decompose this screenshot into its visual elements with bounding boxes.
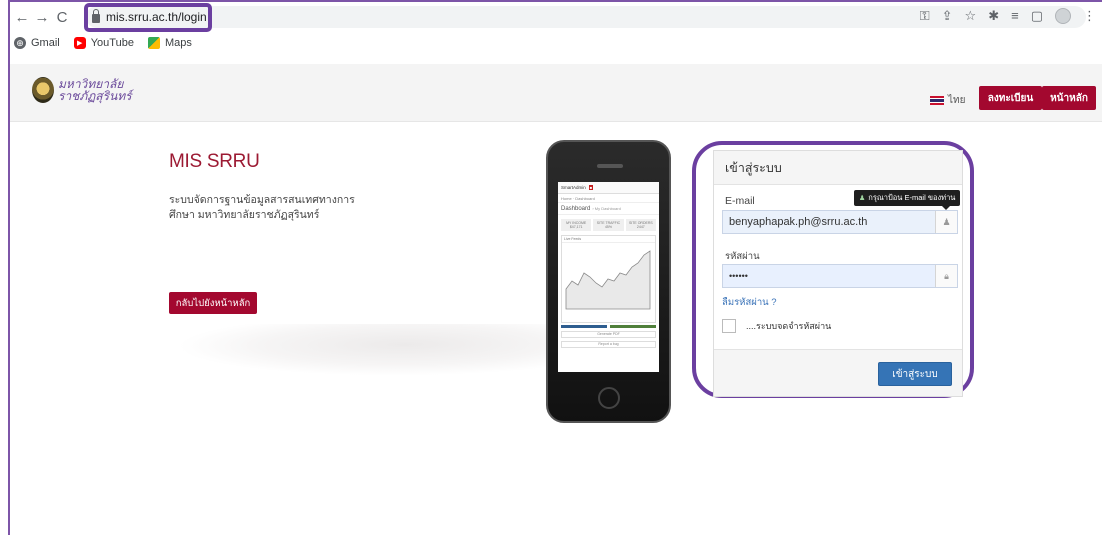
email-field[interactable]: ♟ — [722, 210, 958, 234]
remember-label: ....ระบบจดจำรหัสผ่าน — [746, 321, 832, 331]
password-input[interactable]: •••••• — [723, 265, 935, 287]
remember-checkbox[interactable] — [722, 319, 736, 333]
register-button[interactable]: ลงทะเบียน — [979, 86, 1042, 110]
mock-dashboard-sub: › My Dashboard — [592, 206, 621, 211]
side-panel-icon[interactable]: ▢ — [1031, 8, 1043, 24]
mock-dashboard-label: Dashboard — [561, 205, 591, 212]
password-field[interactable]: •••••• 🔒︎ — [722, 264, 958, 288]
decorative-swoosh — [165, 324, 565, 376]
login-heading: เข้าสู่ระบบ — [714, 151, 962, 185]
bookmark-label: Maps — [164, 37, 192, 49]
mock-dashboard-title: Dashboard › My Dashboard — [558, 203, 659, 215]
phone-screen: SmartAdmin ■ Home · Dashboard Dashboard … — [558, 182, 659, 372]
login-submit-button[interactable]: เข้าสู่ระบบ — [878, 362, 952, 386]
mock-chart-title: Live Feeds — [562, 236, 655, 243]
email-input[interactable] — [723, 211, 935, 233]
language-switch[interactable]: ไทย — [930, 93, 965, 108]
back-to-home-button[interactable]: กลับไปยังหน้าหลัก — [169, 292, 257, 314]
phone-speaker — [597, 164, 623, 168]
login-card: เข้าสู่ระบบ E-mail ♟ กรุณาป้อน E-mail ขอ… — [713, 150, 963, 397]
mock-progress-bar — [561, 325, 607, 328]
star-icon[interactable]: ☆ — [965, 8, 977, 24]
language-label: ไทย — [948, 95, 966, 106]
extensions-icon[interactable]: ✱ — [988, 8, 999, 24]
page-title: MIS SRRU — [169, 151, 260, 172]
menu-icon[interactable]: ⋮ — [1083, 8, 1096, 24]
mock-stat: SITE TRAFFIC 45% — [593, 219, 624, 231]
forward-arrow-icon[interactable]: → — [32, 9, 52, 26]
youtube-icon: ▶ — [73, 37, 86, 49]
mock-stat: SITE ORDERS 2447 — [625, 219, 656, 231]
remember-me[interactable]: ....ระบบจดจำรหัสผ่าน — [722, 319, 831, 333]
reload-icon[interactable]: C — [52, 9, 72, 26]
mock-app-name: SmartAdmin — [561, 185, 586, 190]
share-icon[interactable]: ⇪ — [942, 8, 953, 24]
mock-chart-graphic — [565, 250, 651, 310]
bookmark-label: Gmail — [31, 37, 60, 49]
logo-wordmark: มหาวิทยาลัย ราชภัฏสุรินทร์ — [58, 78, 132, 102]
forgot-password-link[interactable]: ลืมรหัสผ่าน ? — [722, 295, 777, 310]
mock-pdf-button: Generate PDF — [561, 331, 656, 338]
url-highlight-ring — [84, 3, 212, 32]
mock-chart: Live Feeds — [561, 235, 656, 323]
site-header: มหาวิทยาลัย ราชภัฏสุรินทร์ ไทย ลงทะเบียน… — [10, 64, 1102, 122]
user-icon: ♟ — [859, 195, 866, 202]
university-logo[interactable]: มหาวิทยาลัย ราชภัฏสุรินทร์ — [32, 77, 132, 103]
logo-line-2: ราชภัฏสุรินทร์ — [58, 89, 132, 103]
back-arrow-icon[interactable]: ← — [12, 9, 32, 26]
mock-bug-button: Report a bug — [561, 341, 656, 348]
email-tooltip-text: กรุณาป้อน E-mail ของท่าน — [868, 193, 956, 202]
maps-icon — [147, 37, 160, 49]
mock-progress-bars — [561, 325, 656, 328]
login-footer: เข้าสู่ระบบ — [714, 349, 962, 396]
profile-avatar[interactable] — [1055, 8, 1071, 24]
user-icon: ♟ — [935, 211, 957, 233]
bookmark-maps[interactable]: Maps — [147, 37, 192, 49]
bookmark-label: YouTube — [90, 37, 134, 49]
mock-stat: MY INCOME $47,171 — [561, 219, 592, 231]
mock-app-badge: ■ — [588, 185, 594, 190]
bookmarks-bar: ⊕ Gmail ▶ YouTube Maps — [10, 32, 192, 54]
gmail-icon: ⊕ — [14, 37, 26, 49]
address-bar: ← → C mis.srru.ac.th/login ⚿ ⇪ ☆ ✱ ≡ ▢ ⋮ — [10, 3, 1102, 32]
reading-list-icon[interactable]: ≡ — [1011, 8, 1019, 24]
bookmark-youtube[interactable]: ▶ YouTube — [73, 37, 134, 49]
lock-icon: 🔒︎ — [935, 265, 957, 287]
phone-mockup: SmartAdmin ■ Home · Dashboard Dashboard … — [546, 140, 671, 423]
browser-toolbar: ⚿ ⇪ ☆ ✱ ≡ ▢ ⋮ — [920, 8, 1096, 24]
home-button[interactable]: หน้าหลัก — [1042, 86, 1096, 110]
mock-app-bar: SmartAdmin ■ — [558, 182, 659, 194]
email-tooltip: ♟ กรุณาป้อน E-mail ของท่าน — [854, 190, 961, 210]
thai-flag-icon — [930, 96, 944, 105]
phone-home-button — [598, 387, 620, 409]
email-label: E-mail — [725, 195, 755, 207]
university-seal-icon — [32, 77, 54, 103]
page-description: ระบบจัดการฐานข้อมูลสารสนเทศทางการศึกษา ม… — [169, 194, 355, 221]
bookmark-gmail[interactable]: ⊕ Gmail — [14, 37, 60, 49]
password-label: รหัสผ่าน — [725, 251, 760, 262]
browser-window: ← → C mis.srru.ac.th/login ⚿ ⇪ ☆ ✱ ≡ ▢ ⋮… — [8, 0, 1102, 535]
key-icon[interactable]: ⚿ — [920, 8, 930, 24]
mock-breadcrumb: Home · Dashboard — [558, 194, 659, 203]
mock-progress-bar — [610, 325, 656, 328]
mock-stats: MY INCOME $47,171 SITE TRAFFIC 45% SITE … — [561, 219, 656, 231]
